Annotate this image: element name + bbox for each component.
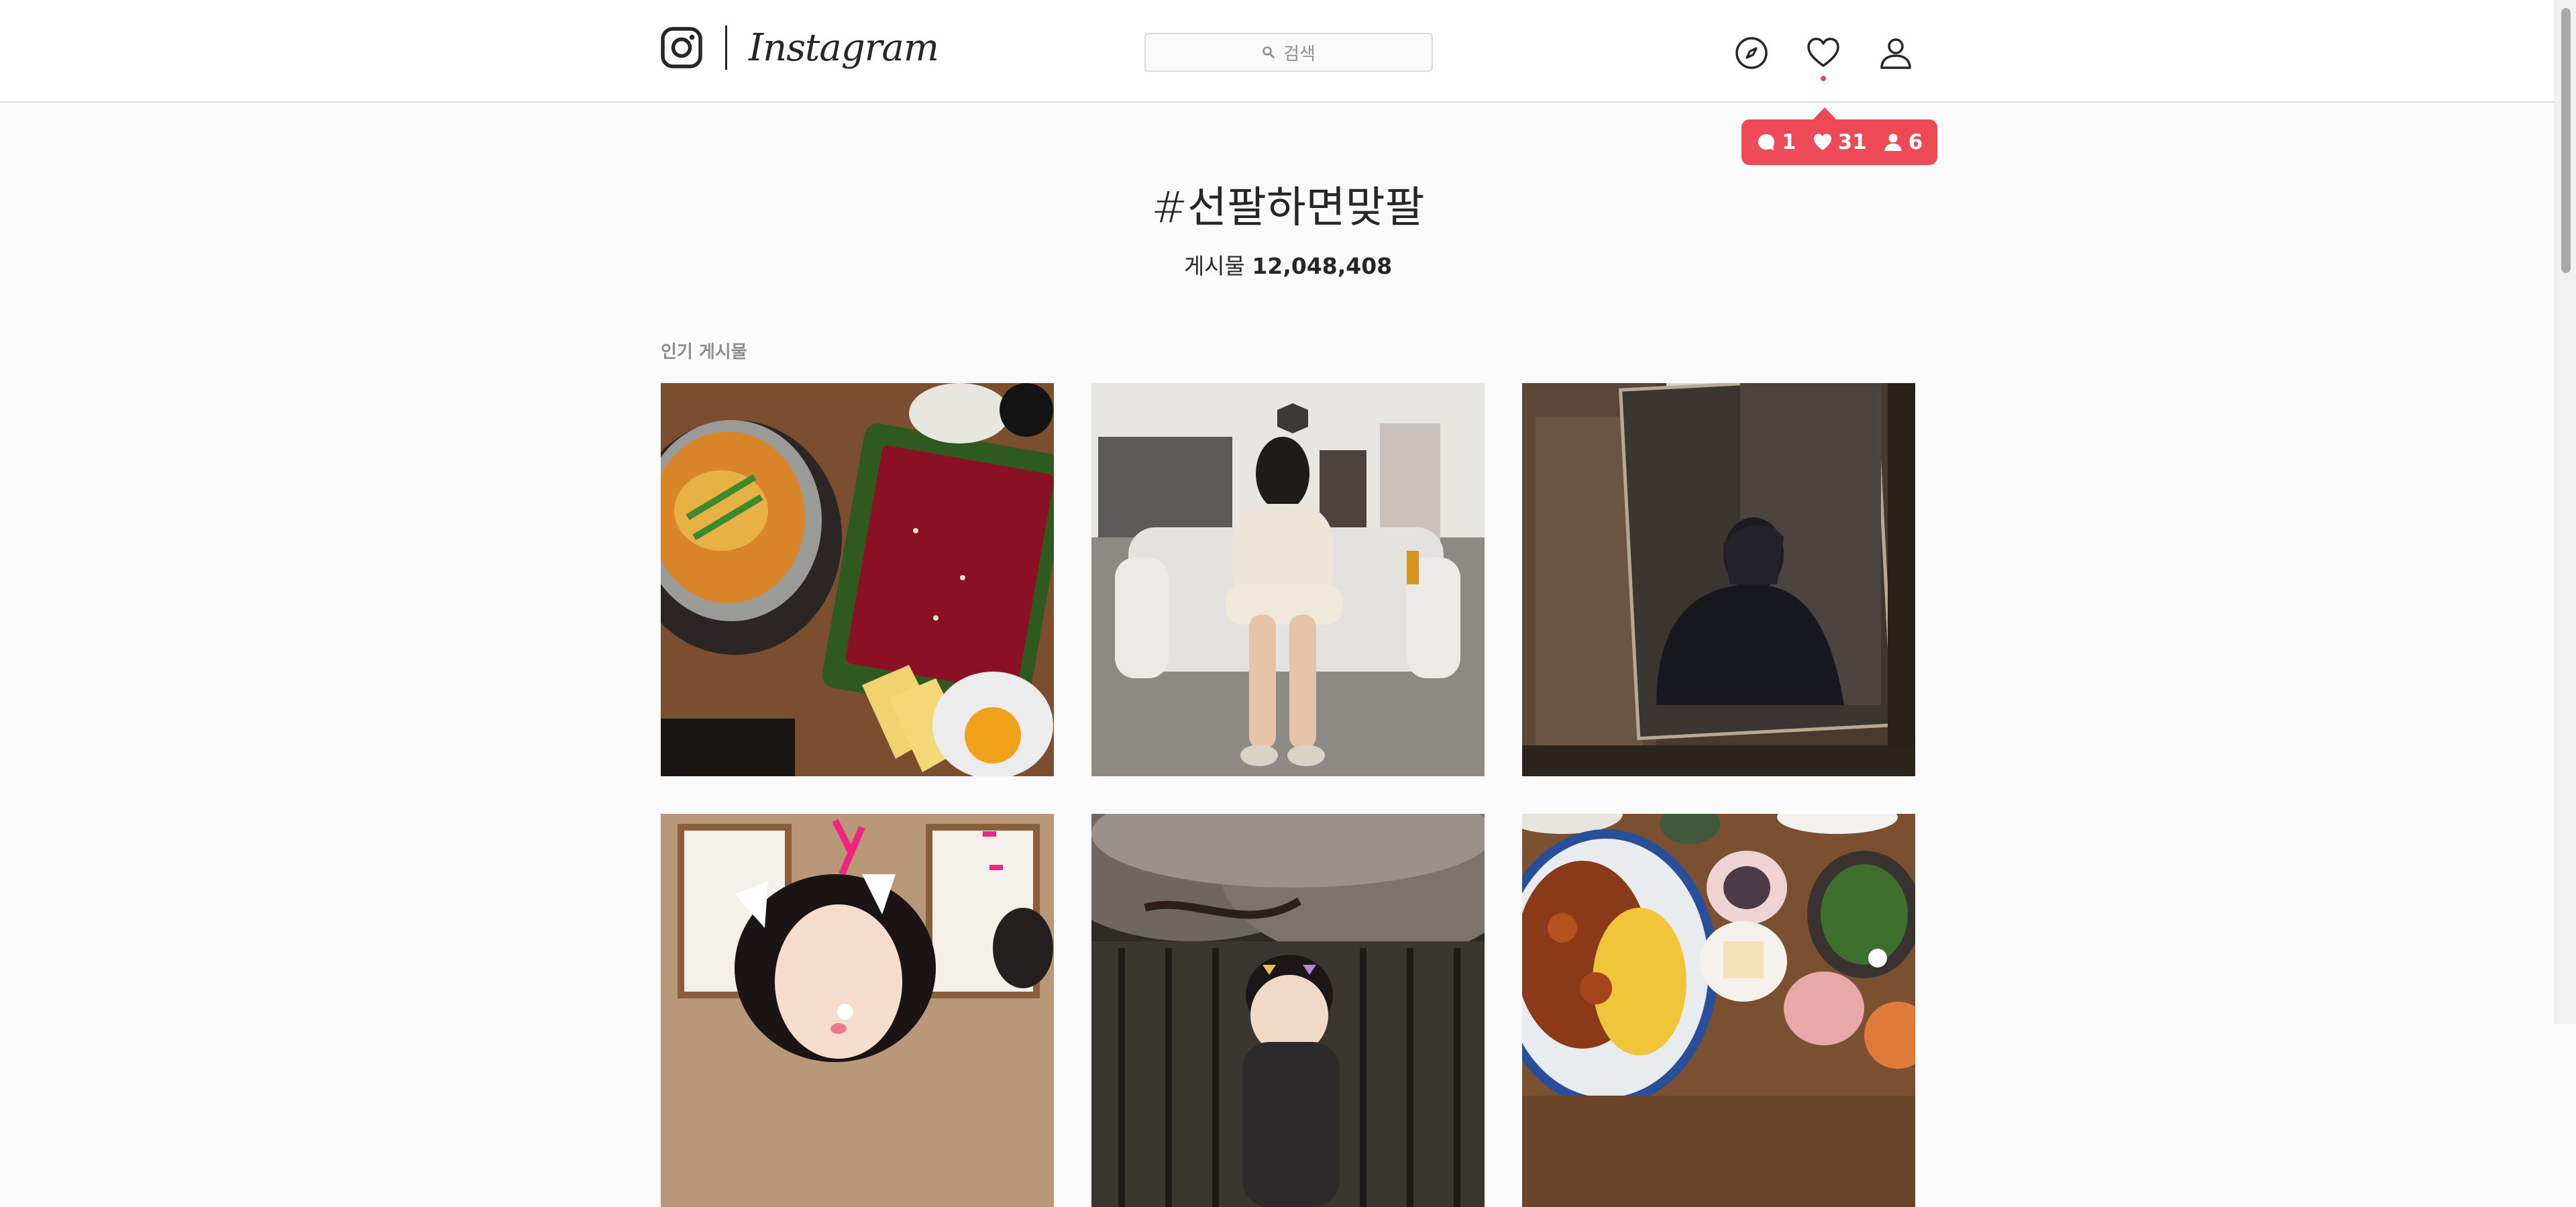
- user-icon[interactable]: [1878, 35, 1914, 71]
- person-filled-icon: [1884, 134, 1902, 151]
- scrollbar-thumb[interactable]: [2561, 8, 2571, 273]
- selfie-photo: [661, 814, 1054, 1207]
- heart-filled-icon: [1813, 134, 1831, 150]
- instagram-logo[interactable]: Instagram: [661, 24, 939, 71]
- post-count-label: 게시물: [1183, 253, 1245, 279]
- comment-count: 1: [1782, 130, 1796, 154]
- top-posts-heading: 인기 게시물: [661, 342, 747, 362]
- like-notification: 31: [1813, 130, 1867, 154]
- post-tile-sofa-portrait[interactable]: [1091, 383, 1485, 776]
- portrait-photo: [1091, 814, 1485, 1207]
- post-tile-mirror-selfie[interactable]: [1522, 383, 1915, 776]
- selfie-photo: [1522, 383, 1915, 776]
- activity-notification-popover[interactable]: 1 31 6: [1741, 119, 1938, 165]
- vertical-scrollbar[interactable]: [2555, 0, 2576, 1024]
- food-photo: [661, 383, 1054, 776]
- comment-notification: 1: [1756, 130, 1796, 154]
- compass-icon[interactable]: [1733, 35, 1770, 71]
- heart-icon[interactable]: [1805, 35, 1841, 71]
- logo-divider: [725, 25, 727, 70]
- notification-pointer: [1813, 107, 1837, 120]
- top-navigation-bar: Instagram 검색: [0, 0, 2555, 103]
- follow-count: 6: [1908, 130, 1923, 154]
- search-placeholder: 검색: [1283, 44, 1316, 64]
- like-count: 31: [1837, 130, 1867, 154]
- instagram-camera-icon: [661, 27, 702, 68]
- portrait-photo: [1091, 383, 1485, 776]
- post-count-value: 12,048,408: [1252, 253, 1393, 279]
- food-photo: [1522, 814, 1915, 1207]
- hashtag-title: #선팔하면맞팔: [1151, 183, 1425, 233]
- post-tile-korean-food[interactable]: [661, 383, 1054, 776]
- post-tile-dinner-table[interactable]: [1522, 814, 1915, 1207]
- post-tile-cat-filter-selfie[interactable]: [661, 814, 1054, 1207]
- post-count: 게시물 12,048,408: [0, 248, 2576, 280]
- comment-icon: [1758, 134, 1774, 150]
- follow-notification: 6: [1883, 130, 1923, 154]
- brand-wordmark: Instagram: [749, 25, 939, 70]
- activity-indicator-dot: [1821, 76, 1826, 81]
- search-icon: [1263, 46, 1275, 58]
- search-input[interactable]: 검색: [1144, 33, 1433, 72]
- post-tile-cherry-blossom[interactable]: [1091, 814, 1485, 1207]
